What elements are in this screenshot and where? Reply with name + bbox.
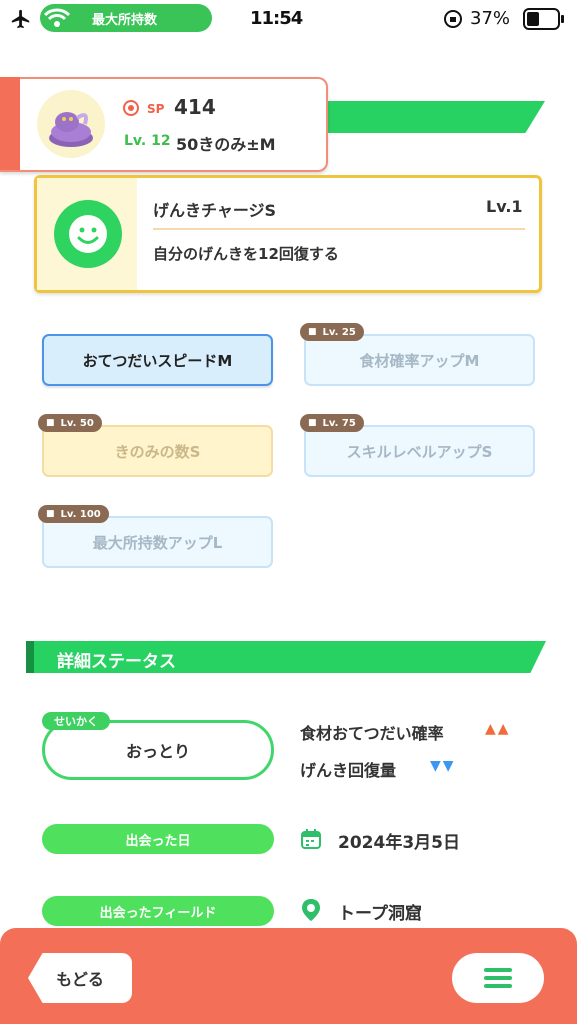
pokemon-card-stripe — [0, 77, 20, 170]
lock-icon: ■ — [308, 418, 317, 428]
sub-skill-5[interactable]: 最大所持数アップL — [42, 516, 273, 568]
nature-down-mark: ▼▼ — [430, 758, 456, 774]
status-bar: 最大所持数 11:54 37% — [0, 0, 577, 40]
nature-up-stat: 食材おてつだい確率 — [300, 724, 444, 743]
header-band — [300, 101, 545, 133]
unlock-level-badge: ■ Lv. 25 — [300, 323, 364, 341]
main-skill-divider — [153, 228, 525, 230]
sub-skill-label: 食材確率アップM — [359, 351, 480, 370]
nature-tag: せいかく — [42, 712, 110, 730]
main-skill-description: 自分のげんきを12回復する — [153, 245, 339, 263]
sp-label: SP — [147, 102, 165, 116]
unlock-level-badge: ■ Lv. 50 — [38, 414, 102, 432]
detail-section-title: 詳細ステータス — [57, 652, 176, 672]
sub-skill-label: スキルレベルアップS — [346, 442, 493, 461]
detail-section-accent — [26, 641, 34, 673]
sub-skill-4[interactable]: スキルレベルアップS — [304, 425, 535, 477]
nature-down-stat: げんき回復量 — [300, 761, 397, 780]
sub-skill-2[interactable]: 食材確率アップM — [304, 334, 535, 386]
met-field-label: 出会ったフィールド — [42, 896, 274, 926]
sub-skill-label: おてつだいスピードM — [82, 351, 233, 370]
airplane-icon — [11, 9, 30, 29]
lock-icon: ■ — [46, 509, 55, 519]
sp-icon — [123, 100, 139, 116]
hamburger-menu-icon — [484, 968, 512, 988]
smile-icon — [54, 200, 122, 268]
status-pill: 最大所持数 — [40, 4, 212, 32]
unlock-level-badge: ■ Lv. 100 — [38, 505, 109, 523]
back-button-label: もどる — [56, 970, 104, 989]
clock: 11:54 — [250, 8, 303, 29]
met-date-value: 2024年3月5日 — [338, 833, 460, 853]
back-button[interactable]: もどる — [28, 953, 132, 1003]
status-pill-text: 最大所持数 — [92, 12, 158, 28]
location-pin-icon — [302, 899, 320, 921]
calendar-icon — [301, 829, 321, 849]
pokemon-sprite-icon — [49, 112, 93, 147]
wifi-icon — [44, 8, 70, 27]
unlock-level-badge: ■ Lv. 75 — [300, 414, 364, 432]
rotation-lock-icon — [444, 10, 462, 28]
main-skill-level: Lv.1 — [486, 197, 523, 216]
lock-icon: ■ — [308, 327, 317, 337]
pokemon-level: Lv. 12 — [124, 133, 171, 149]
battery-icon — [523, 8, 564, 30]
met-date-label: 出会った日 — [42, 824, 274, 854]
lock-icon: ■ — [46, 418, 55, 428]
menu-button[interactable] — [452, 953, 544, 1003]
sub-skill-3[interactable]: きのみの数S — [42, 425, 273, 477]
battery-percent: 37% — [470, 8, 511, 29]
sp-value: 414 — [174, 95, 216, 119]
main-skill-name: げんきチャージS — [153, 201, 277, 220]
nature-value: おっとり — [125, 742, 190, 761]
sub-skill-label: 最大所持数アップL — [92, 533, 223, 552]
met-field-value: トープ洞窟 — [338, 904, 422, 924]
pokemon-avatar — [37, 90, 105, 158]
sub-skill-1[interactable]: おてつだいスピードM — [42, 334, 273, 386]
nature-up-mark: ▲▲ — [485, 721, 511, 737]
sub-skill-label: きのみの数S — [114, 442, 201, 461]
berry-amount: 50きのみ±M — [176, 135, 276, 154]
